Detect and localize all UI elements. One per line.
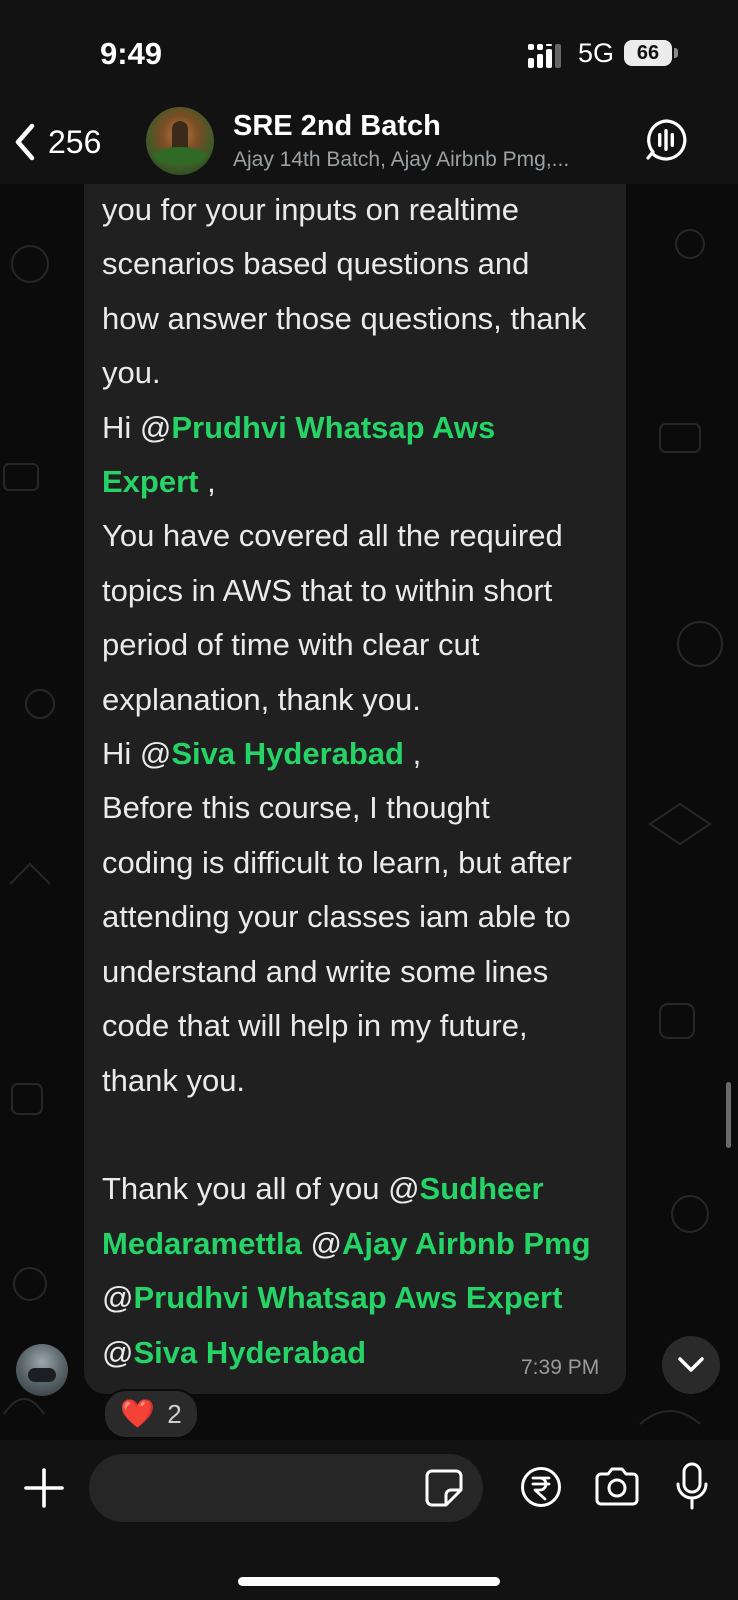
message-segment: period of time with clear cut xyxy=(102,627,480,663)
message-segment: Hi xyxy=(102,736,140,772)
message-segment: how answer those questions, thank xyxy=(102,300,587,336)
status-time: 9:49 xyxy=(100,36,163,71)
message-line: Before this course, I thought xyxy=(102,781,622,835)
signal-icon xyxy=(528,44,561,68)
mention-link[interactable]: Medaramettla xyxy=(102,1226,302,1261)
message-line: how answer those questions, thank xyxy=(102,292,622,346)
battery-nub xyxy=(674,48,678,58)
heart-icon: ❤️ xyxy=(120,1398,156,1429)
message-line: understand and write some lines xyxy=(102,945,622,999)
chevron-left-icon xyxy=(15,123,35,161)
message-segment: , xyxy=(198,464,216,500)
sender-avatar[interactable] xyxy=(16,1344,68,1396)
message-segment: thank you. xyxy=(102,1062,246,1098)
message-line xyxy=(102,1108,622,1162)
message-line: period of time with clear cut xyxy=(102,618,622,672)
message-segment: attending your classes iam able to xyxy=(102,899,571,935)
message-line: you for your inputs on realtime xyxy=(102,184,622,237)
message-segment: topics in AWS that to within short xyxy=(102,572,553,608)
sticker-icon[interactable] xyxy=(424,1468,464,1508)
message-segment: @ xyxy=(139,409,172,445)
message-segment: , xyxy=(403,736,422,772)
message-segment: @ xyxy=(139,736,172,772)
camera-icon[interactable] xyxy=(593,1467,641,1507)
message-line: Medaramettla @Ajay Airbnb Pmg xyxy=(102,1217,622,1271)
message-line: you. xyxy=(102,346,622,400)
message-segment: @ xyxy=(102,1280,134,1316)
composer xyxy=(0,1440,738,1600)
message-line: code that will help in my future, xyxy=(102,999,622,1053)
message-timestamp: 7:39 PM xyxy=(521,1356,600,1379)
reaction-count: 2 xyxy=(167,1398,182,1429)
message-segment: Thank you all of you xyxy=(102,1171,389,1207)
message-segment: @ xyxy=(102,1334,134,1370)
message-segment: Before this course, I thought xyxy=(102,790,490,826)
avatar-leaves xyxy=(154,147,206,165)
mention-link[interactable]: Siva Hyderabad xyxy=(133,1335,366,1370)
mic-icon[interactable] xyxy=(674,1462,710,1512)
chevron-down-icon xyxy=(678,1357,704,1372)
network-type: 5G xyxy=(578,38,615,68)
message-segment: @ xyxy=(388,1171,420,1207)
chat-area[interactable]: you for your inputs on realtime scenarios… xyxy=(0,184,738,1440)
message-text: you for your inputs on realtime scenarios… xyxy=(102,184,622,1380)
voice-chat-icon[interactable] xyxy=(644,118,688,162)
back-button[interactable]: 256 xyxy=(10,118,101,166)
plus-icon[interactable] xyxy=(22,1466,66,1510)
message-segment: code that will help in my future, xyxy=(102,1008,528,1044)
unread-count: 256 xyxy=(48,123,102,160)
message-segment: you for your inputs on realtime xyxy=(102,192,519,227)
scroll-to-bottom-button[interactable] xyxy=(662,1336,720,1394)
message-line: You have covered all the required xyxy=(102,509,622,563)
message-line: attending your classes iam able to xyxy=(102,890,622,944)
message-line: topics in AWS that to within short xyxy=(102,564,622,618)
rupee-icon[interactable] xyxy=(520,1466,562,1508)
avatar-bike xyxy=(28,1368,56,1382)
mention-link[interactable]: Sudheer xyxy=(420,1171,544,1206)
scrollbar[interactable] xyxy=(726,1082,731,1148)
group-avatar[interactable] xyxy=(146,107,214,175)
message-segment: @ xyxy=(301,1225,342,1261)
message-segment: coding is difficult to learn, but after xyxy=(102,844,572,880)
message-line: Thank you all of you @Sudheer xyxy=(102,1162,622,1216)
message-line: scenarios based questions and xyxy=(102,237,622,291)
message-segment: understand and write some lines xyxy=(102,953,549,989)
message-segment: You have covered all the required xyxy=(102,518,563,554)
mention-link[interactable]: Prudhvi Whatsap Aws Expert xyxy=(133,1280,562,1315)
reaction-pill[interactable]: ❤️ 2 xyxy=(103,1389,199,1439)
message-segment: Hi xyxy=(102,409,140,445)
group-members[interactable]: Ajay 14th Batch, Ajay Airbnb Pmg,... xyxy=(233,148,569,172)
mention-link[interactable]: Siva Hyderabad xyxy=(171,736,404,771)
message-line: explanation, thank you. xyxy=(102,673,622,727)
message-line: Expert , xyxy=(102,455,622,509)
group-title[interactable]: SRE 2nd Batch xyxy=(233,110,441,143)
message-line: @Prudhvi Whatsap Aws Expert xyxy=(102,1271,622,1325)
mention-link[interactable]: Expert xyxy=(102,464,198,499)
battery-icon: 66 xyxy=(624,40,672,66)
message-line: thank you. xyxy=(102,1054,622,1108)
mention-link[interactable]: Prudhvi Whatsap Aws xyxy=(171,410,495,445)
message-segment: you. xyxy=(102,355,161,391)
mention-link[interactable]: Ajay Airbnb Pmg xyxy=(342,1226,591,1261)
chat-header: 256 SRE 2nd Batch Ajay 14th Batch, Ajay … xyxy=(0,100,738,184)
message-line: coding is difficult to learn, but after xyxy=(102,836,622,890)
status-bar: 9:49 5G 66 xyxy=(0,0,738,100)
message-segment: explanation, thank you. xyxy=(102,681,421,717)
message-segment: scenarios based questions and xyxy=(102,246,530,282)
message-line: Hi @Siva Hyderabad , xyxy=(102,727,622,781)
message-line: Hi @Prudhvi Whatsap Aws xyxy=(102,401,622,455)
home-indicator[interactable] xyxy=(238,1577,500,1586)
